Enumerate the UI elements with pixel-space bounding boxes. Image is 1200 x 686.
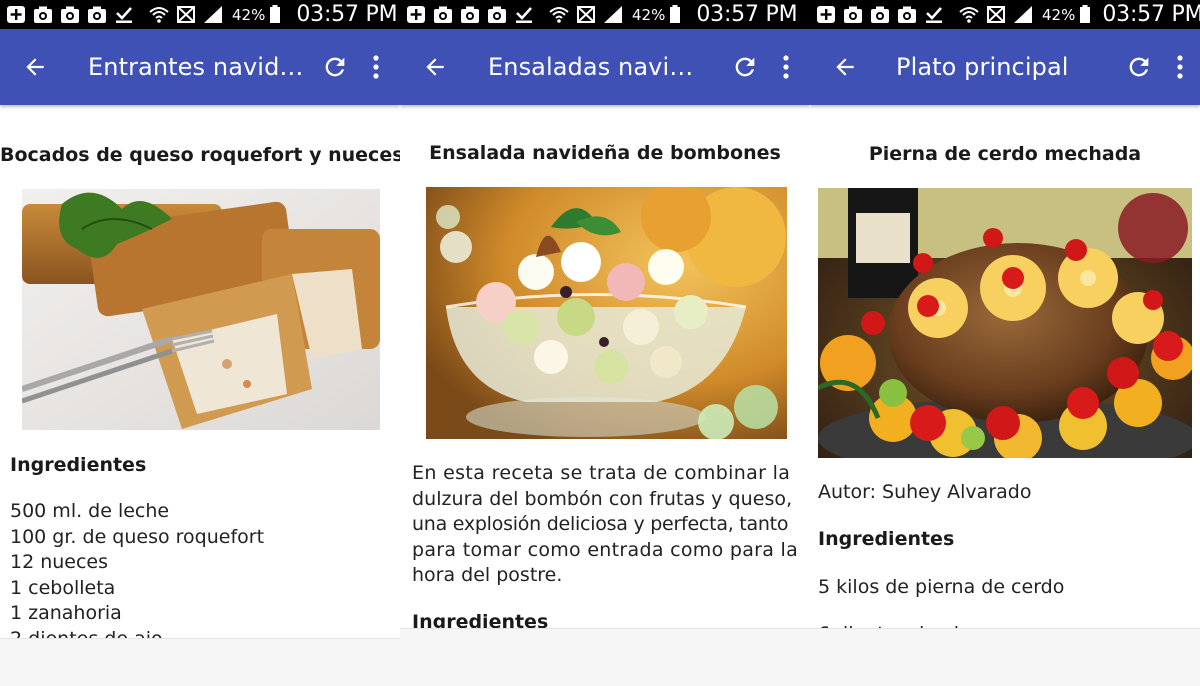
recipe-photo: [426, 187, 787, 439]
recipe-content[interactable]: Bocados de queso roquefort y nueces Ingr…: [0, 105, 400, 638]
battery-percent: 42%: [232, 5, 266, 24]
screen-plato-principal: 42% 03:57 PM Plato principal Pierna de c…: [810, 0, 1200, 686]
back-button[interactable]: [418, 50, 452, 84]
notification-add-icon: [6, 5, 26, 24]
app-bar: Ensaladas navi…: [400, 29, 810, 105]
signal-icon: [603, 5, 623, 24]
ingredients-heading: Ingredientes: [818, 528, 955, 550]
wifi-icon: [149, 5, 169, 24]
battery-icon: [669, 5, 681, 24]
list-item: 1 zanahoria: [10, 602, 122, 624]
page-title: Entrantes navid…: [88, 53, 304, 81]
no-sim-icon: [576, 5, 596, 24]
more-options-button[interactable]: [364, 52, 388, 82]
refresh-button[interactable]: [320, 52, 350, 82]
no-sim-icon: [176, 5, 196, 24]
recipe-title: Pierna de cerdo mechada: [868, 143, 1142, 165]
navigation-bar: [400, 628, 810, 686]
camera-icon: [87, 5, 107, 24]
more-vert-icon: [783, 55, 789, 79]
back-button[interactable]: [828, 50, 862, 84]
recipe-description: En esta receta se trata de combinar la d…: [412, 461, 798, 589]
page-title: Plato principal: [896, 53, 1069, 81]
arrow-back-icon: [836, 58, 854, 76]
recipe-title: Ensalada navideña de bombones: [429, 142, 781, 164]
ingredients-heading: Ingredientes: [10, 454, 147, 476]
battery-percent: 42%: [632, 5, 666, 24]
arrow-back-icon: [26, 58, 44, 76]
clock: 03:57 PM: [296, 2, 398, 27]
recipe-photo: [818, 188, 1192, 458]
status-bar: 42% 03:57 PM: [0, 0, 400, 29]
list-item: 500 ml. de leche: [10, 500, 170, 522]
recipe-title: Bocados de queso roquefort y nueces: [0, 144, 400, 166]
list-item: 1 cebolleta: [10, 576, 116, 599]
arrow-back-icon: [426, 58, 444, 76]
list-item: 2 dientes de ajo: [10, 627, 264, 639]
screen-ensaladas: 42% 03:57 PM Ensaladas navi… Ensalada na…: [400, 0, 810, 686]
navigation-bar: [0, 638, 400, 686]
description-line: dulzura del bombón con frutas y queso,: [412, 487, 793, 510]
navigation-bar: [810, 628, 1200, 686]
more-vert-icon: [1177, 55, 1183, 79]
list-item: 12 nueces: [10, 551, 109, 573]
refresh-button[interactable]: [730, 52, 760, 82]
roquefort-bites-photo: [22, 189, 380, 430]
camera-icon: [60, 5, 80, 24]
download-done-icon: [924, 5, 944, 24]
recipe-content[interactable]: Ensalada navideña de bombones En esta re…: [400, 105, 810, 638]
notification-add-icon: [406, 5, 426, 24]
page-title: Ensaladas navi…: [488, 53, 694, 81]
more-options-button[interactable]: [774, 52, 798, 82]
wifi-icon: [959, 5, 979, 24]
screen-entrantes: 42% 03:57 PM Entrantes navid… Bocados de…: [0, 0, 400, 686]
app-bar: Entrantes navid…: [0, 29, 400, 105]
battery-percent: 42%: [1042, 5, 1076, 24]
clock: 03:57 PM: [1102, 2, 1200, 27]
download-done-icon: [114, 5, 134, 24]
clock: 03:57 PM: [696, 2, 798, 27]
refresh-icon: [1129, 57, 1149, 77]
camera-icon: [870, 5, 890, 24]
battery-icon: [1079, 5, 1091, 24]
download-done-icon: [514, 5, 534, 24]
recipe-author: Autor: Suhey Alvarado: [818, 481, 1032, 503]
battery-icon: [269, 5, 281, 24]
description-line: una explosión deliciosa y perfecta, tant…: [412, 513, 789, 535]
app-bar: Plato principal: [810, 29, 1200, 105]
list-item: 100 gr. de queso roquefort: [10, 525, 265, 548]
list-item: 5 kilos de pierna de cerdo: [818, 576, 1065, 598]
notification-add-icon: [816, 5, 836, 24]
camera-icon: [487, 5, 507, 24]
signal-icon: [203, 5, 223, 24]
camera-icon: [433, 5, 453, 24]
camera-icon: [33, 5, 53, 24]
refresh-icon: [735, 57, 755, 77]
pork-leg-photo: [818, 188, 1192, 458]
camera-icon: [897, 5, 917, 24]
refresh-button[interactable]: [1124, 52, 1154, 82]
recipe-content[interactable]: Pierna de cerdo mechada Autor: Suhey Alv…: [810, 105, 1200, 638]
status-bar: 42% 03:57 PM: [810, 0, 1200, 29]
description-line: En esta receta se trata de combinar la: [412, 462, 791, 484]
more-options-button[interactable]: [1168, 52, 1192, 82]
wifi-icon: [549, 5, 569, 24]
more-vert-icon: [373, 55, 379, 79]
camera-icon: [460, 5, 480, 24]
camera-icon: [843, 5, 863, 24]
no-sim-icon: [986, 5, 1006, 24]
description-line: para tomar como entrada como para la: [412, 538, 799, 561]
recipe-photo: [22, 189, 380, 430]
description-line: hora del postre.: [412, 564, 563, 586]
marshmallow-salad-photo: [426, 187, 787, 439]
back-button[interactable]: [18, 50, 52, 84]
ingredients-list: 500 ml. de leche 100 gr. de queso roquef…: [10, 499, 264, 638]
refresh-icon: [325, 57, 345, 77]
signal-icon: [1013, 5, 1033, 24]
status-bar: 42% 03:57 PM: [400, 0, 810, 29]
